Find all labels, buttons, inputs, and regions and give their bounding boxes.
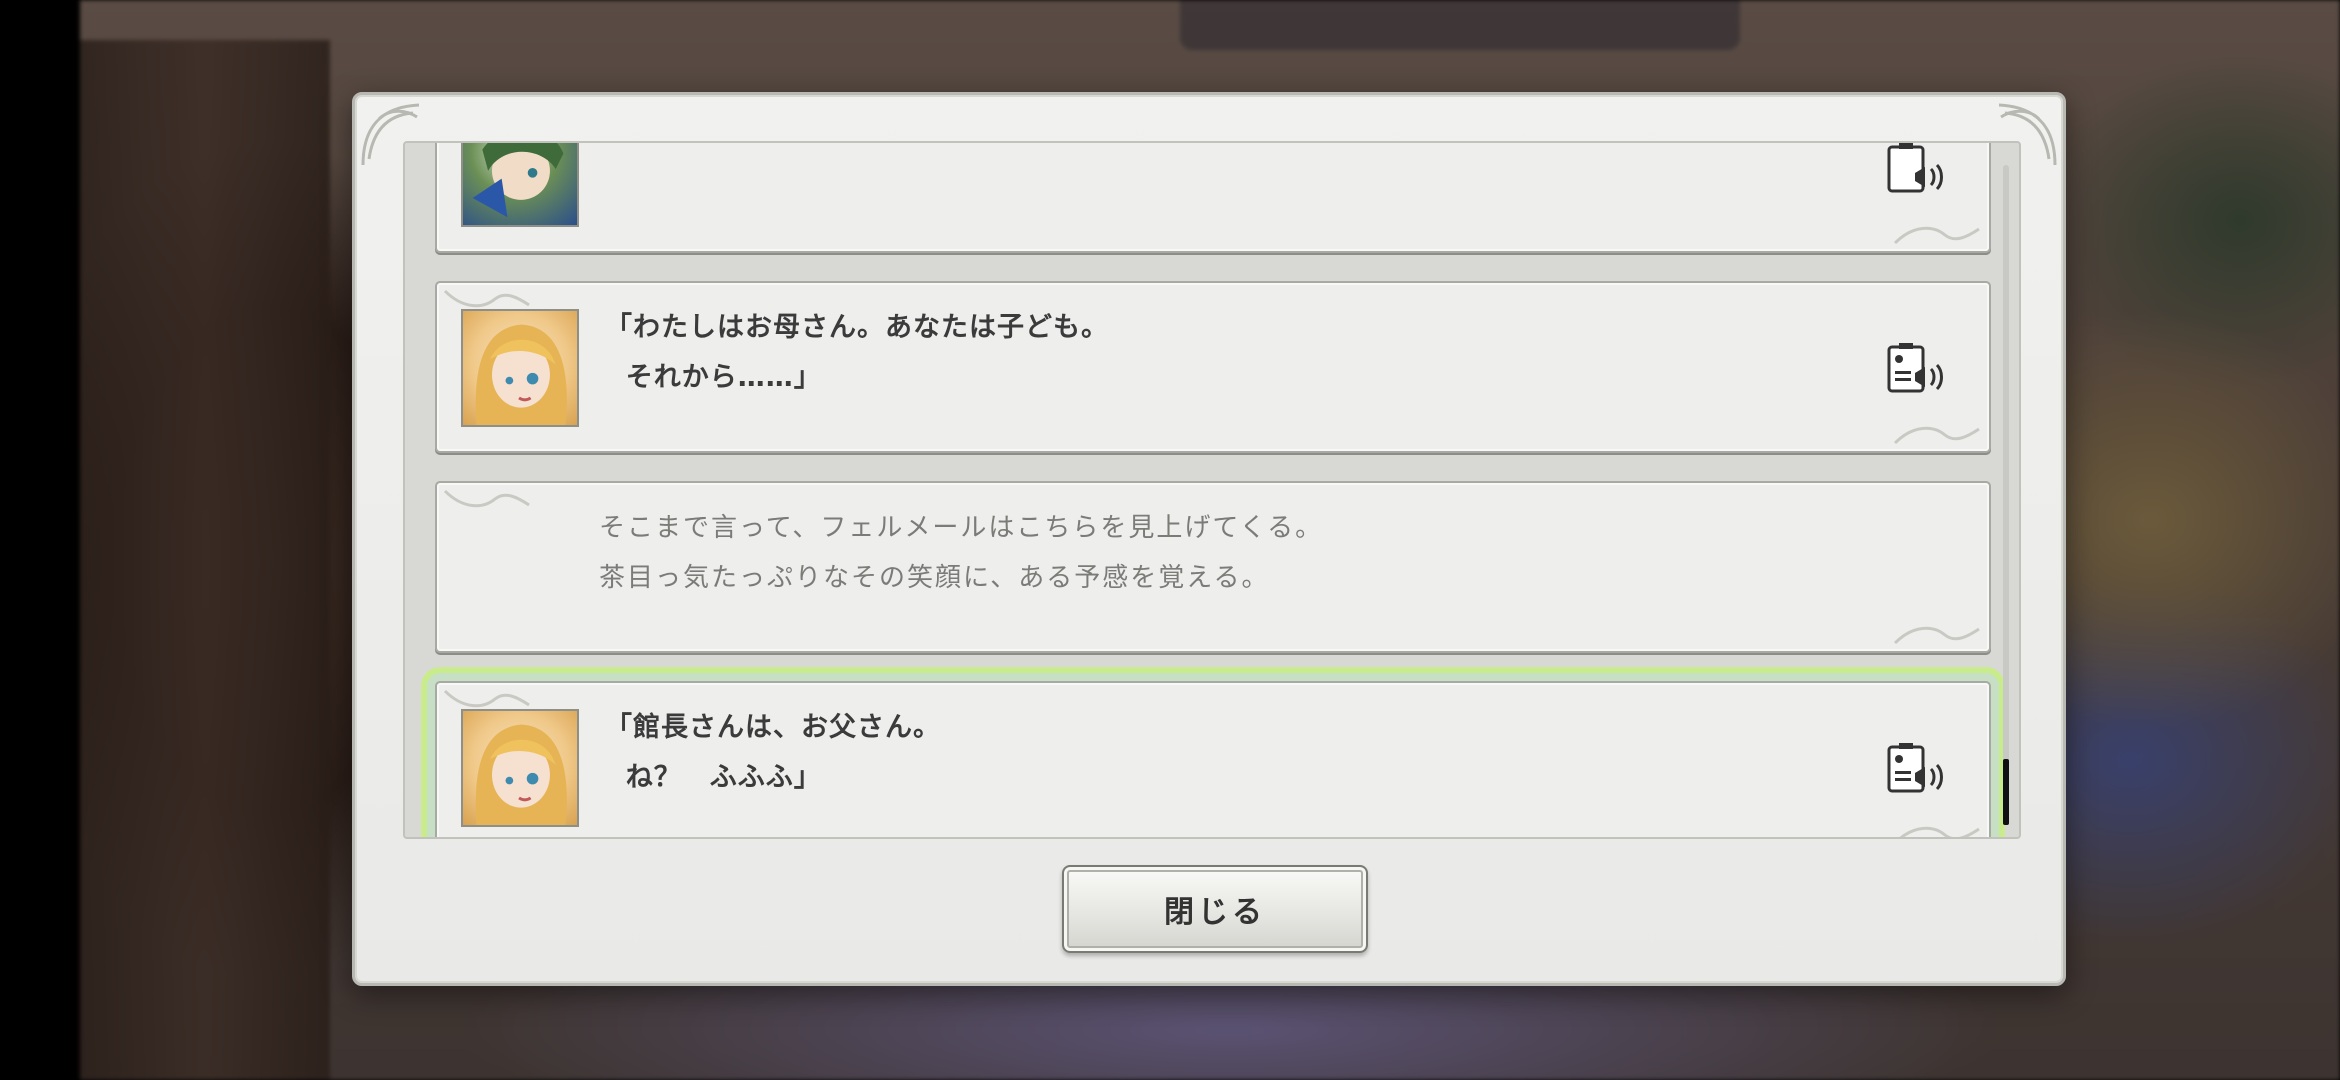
narration-line: そこまで言って、フェルメールはこちらを見上げてくる。: [599, 513, 1324, 543]
flourish-icon: [1893, 626, 1980, 645]
backlog-dialog: 「わたしはお母さん。あなたは子ども。 それから……」 そこまで言って、フェルメー…: [352, 92, 2066, 986]
backlog-list: 「わたしはお母さん。あなたは子ども。 それから……」 そこまで言って、フェルメー…: [421, 141, 2005, 837]
speech-line: ね？ ふふふ」: [605, 762, 822, 793]
speech-text: 「わたしはお母さん。あなたは子ども。 それから……」: [605, 303, 1805, 403]
voice-replay-icon[interactable]: [1885, 741, 1945, 797]
speaker-avatar: [461, 309, 579, 427]
scrollbar-thumb[interactable]: [2003, 759, 2009, 825]
log-entry: 「わたしはお母さん。あなたは子ども。 それから……」: [435, 281, 1991, 453]
speaker-avatar: [461, 143, 579, 227]
log-entry-narration: そこまで言って、フェルメールはこちらを見上げてくる。 茶目っ気たっぷりなその笑顔…: [435, 481, 1991, 653]
narration-line: 茶目っ気たっぷりなその笑顔に、ある予感を覚える。: [599, 563, 1270, 593]
voice-replay-icon[interactable]: [1885, 141, 1945, 197]
background-sign: [1180, 0, 1740, 50]
speech-text: 「館長さんは、お父さん。 ね？ ふふふ」: [605, 703, 1805, 803]
speaker-avatar: [461, 709, 579, 827]
backlog-scroll-area[interactable]: 「わたしはお母さん。あなたは子ども。 それから……」 そこまで言って、フェルメー…: [403, 141, 2021, 839]
flourish-icon: [1893, 426, 1980, 445]
speech-line: 「わたしはお母さん。あなたは子ども。: [605, 312, 1109, 343]
speech-line: それから……」: [605, 362, 822, 393]
flourish-icon: [1899, 826, 1980, 837]
speech-line: 「館長さんは、お父さん。: [605, 712, 941, 743]
log-entry-selected[interactable]: 「館長さんは、お父さん。 ね？ ふふふ」: [421, 667, 2005, 837]
close-button[interactable]: 閉じる: [1062, 865, 1368, 953]
flourish-icon: [1893, 226, 1980, 245]
voice-replay-icon[interactable]: [1885, 341, 1945, 397]
narration-text: そこまで言って、フェルメールはこちらを見上げてくる。 茶目っ気たっぷりなその笑顔…: [599, 503, 1899, 603]
flourish-icon: [443, 489, 530, 508]
background-pillar: [80, 40, 330, 1080]
backlog-scrollbar[interactable]: [2003, 165, 2009, 825]
log-entry: [435, 141, 1991, 253]
